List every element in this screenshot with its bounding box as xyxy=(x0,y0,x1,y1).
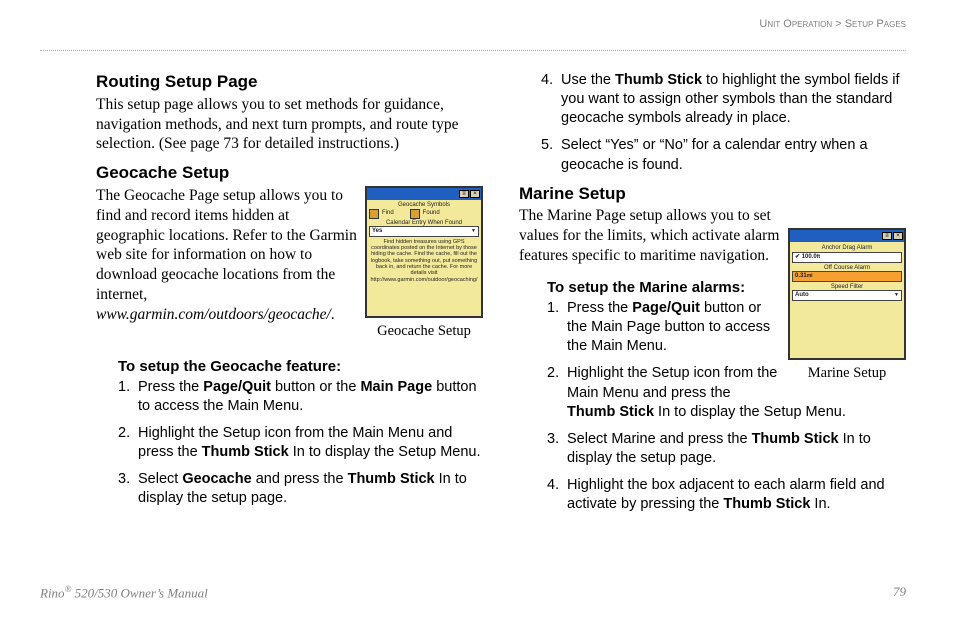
list-item: 2. Highlight the Setup icon from the Mai… xyxy=(118,424,483,462)
list-item: 3. Select Marine and press the Thumb Sti… xyxy=(547,430,906,468)
screen-label: Geocache Symbols xyxy=(369,202,479,209)
list-item: 5. Select “Yes” or “No” for a calendar e… xyxy=(541,136,906,174)
titlebar-menu-icon: ≡ xyxy=(459,190,469,198)
list-item: 4. Highlight the box adjacent to each al… xyxy=(547,476,906,514)
left-column: Routing Setup Page This setup page allow… xyxy=(40,71,483,522)
list-item: 1. Press the Page/Quit button or the Mai… xyxy=(118,378,483,416)
breadcrumb: Unit Operation > Setup Pages xyxy=(40,18,906,34)
list-item: 4. Use the Thumb Stick to highlight the … xyxy=(541,71,906,128)
screen-help-text: Find hidden treasures using GPS coordina… xyxy=(369,239,479,283)
find-symbol-icon xyxy=(369,209,379,219)
breadcrumb-page: Setup Pages xyxy=(845,18,906,30)
screen-titlebar: ≡ × xyxy=(790,230,904,242)
marine-heading: Marine Setup xyxy=(519,183,906,205)
found-symbol-icon xyxy=(410,209,420,219)
screen-titlebar: ≡ × xyxy=(367,188,481,200)
geocache-steps-continued: 4. Use the Thumb Stick to highlight the … xyxy=(519,71,906,175)
geocache-screen: ≡ × Geocache Symbols Find Found Calendar… xyxy=(365,186,483,318)
calendar-entry-field: Yes▼ xyxy=(369,226,479,237)
content-columns: Routing Setup Page This setup page allow… xyxy=(40,71,906,522)
geocache-caption: Geocache Setup xyxy=(365,322,483,341)
geocache-figure: ≡ × Geocache Symbols Find Found Calendar… xyxy=(365,186,483,341)
geocache-steps-heading: To setup the Geocache feature: xyxy=(118,357,483,376)
titlebar-close-icon: × xyxy=(470,190,480,198)
breadcrumb-section: Unit Operation xyxy=(759,18,832,30)
geocache-heading: Geocache Setup xyxy=(96,162,483,184)
marine-steps: 1. Press the Page/Quit button or the Mai… xyxy=(519,299,906,514)
titlebar-menu-icon: ≡ xyxy=(882,232,892,240)
routing-body: This setup page allows you to set method… xyxy=(96,95,483,154)
page-number: 79 xyxy=(893,584,906,601)
page-footer: Rino® 520/530 Owner’s Manual 79 xyxy=(40,584,906,601)
titlebar-close-icon: × xyxy=(893,232,903,240)
geocache-steps: 1. Press the Page/Quit button or the Mai… xyxy=(96,378,483,509)
header-divider xyxy=(40,50,906,51)
course-alarm-field: 0.31mi xyxy=(792,271,902,282)
routing-heading: Routing Setup Page xyxy=(96,71,483,93)
list-item: 3. Select Geocache and press the Thumb S… xyxy=(118,470,483,508)
list-item: 1. Press the Page/Quit button or the Mai… xyxy=(547,299,906,356)
list-item: 2. Highlight the Setup icon from the Mai… xyxy=(547,364,906,421)
screen-label: Calendar Entry When Found xyxy=(369,220,479,227)
footer-product: Rino® 520/530 Owner’s Manual xyxy=(40,584,208,601)
right-column: 4. Use the Thumb Stick to highlight the … xyxy=(519,71,906,522)
anchor-alarm-field: ✔ 100.0ft xyxy=(792,252,902,263)
